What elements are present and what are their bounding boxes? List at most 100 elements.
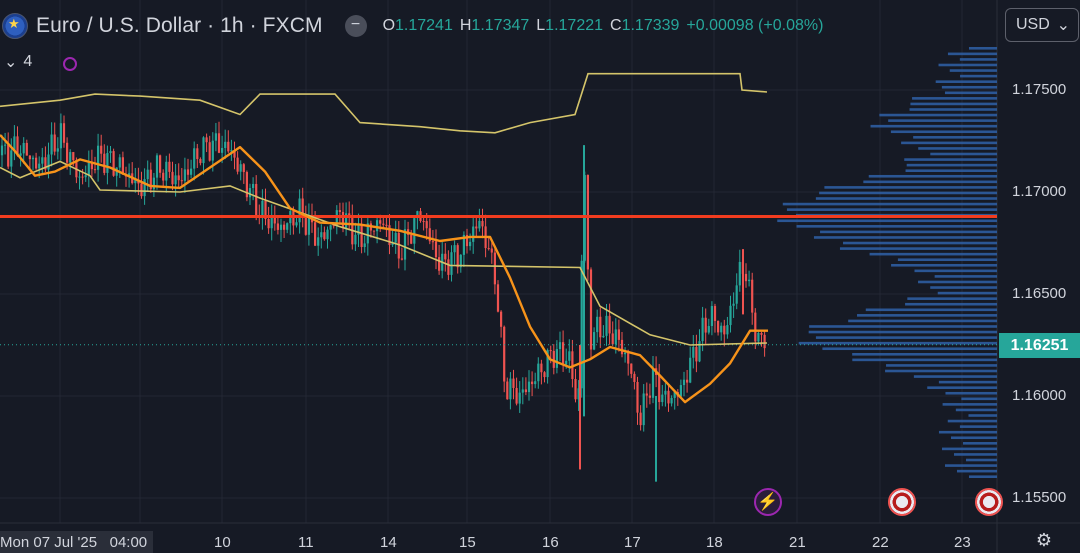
lightning-icon[interactable]: ⚡ [754,488,782,516]
symbol-title[interactable]: Euro / U.S. Dollar · 1h · FXCM [36,14,323,38]
candle-body [255,183,258,216]
candle-body [211,140,214,161]
chart-window: Euro / U.S. Dollar · 1h · FXCM − O1.1724… [0,0,1080,553]
candle-body [549,350,552,352]
change-value: +0.00098 (+0.08%) [686,17,824,34]
volume-profile-bar [938,63,997,67]
alert-marker [63,57,77,71]
candle-body [732,303,735,306]
eur-flag-icon [2,13,28,39]
candle-body [202,137,205,164]
volume-profile-bar [955,408,997,412]
volume-profile-bar [819,191,997,195]
volume-profile-bar [968,47,997,50]
candle-body [78,176,81,178]
price-chart[interactable] [0,0,1080,553]
volume-profile-bar [941,85,997,89]
chevron-down-icon: ⌄ [4,54,18,71]
candle-body [363,243,366,248]
candle-body [593,332,596,350]
candle-body [710,306,713,327]
volume-profile-bar [947,419,997,423]
candle-body [729,305,732,326]
volume-profile-bar [904,158,997,161]
close-key: C [610,17,622,34]
candle-body [620,339,624,355]
collapse-legend-button[interactable]: − [344,15,367,37]
candle-body [447,259,450,275]
candle-body [372,230,376,232]
candle-body [341,211,345,229]
chevron-down-icon: ⌄ [1056,17,1070,34]
candle-body [450,252,453,275]
volume-profile-bar [820,230,997,234]
candle-body [596,316,599,333]
candle-body [602,335,605,338]
time-tick-label: 10 [214,534,231,551]
candle-body [605,315,608,336]
candle-body [155,155,159,178]
candle-body [146,169,149,180]
candle-body [379,220,382,224]
candle-body [723,325,726,335]
symbol-legend[interactable]: Euro / U.S. Dollar · 1h · FXCM − O1.1724… [0,8,823,44]
grid [0,0,1080,553]
time-tick-label: 21 [789,534,806,551]
volume-profile-bar [949,69,997,72]
candle-body [118,157,121,168]
volume-profile-bar [950,436,997,440]
candle-body [221,147,224,153]
volume-profile-bar [907,297,997,300]
settings-icon[interactable]: ⚙ [1034,530,1054,550]
candle-body [726,325,729,335]
candle-body [400,258,403,260]
currency-select[interactable]: USD ⌄ [1005,8,1079,42]
candle-body [434,241,438,258]
candle-body [304,217,307,235]
candle-body [168,161,171,172]
candles [0,113,766,482]
candle-body [140,183,143,197]
candle-body [487,248,490,250]
lower-band-line [0,160,768,346]
candle-body [87,161,90,176]
ohlc-values: O1.17241 H1.17347 L1.17221 C1.17339 +0.0… [383,17,824,35]
candle-body [180,180,183,182]
volume-profile-bar [935,80,997,83]
volume-profile-bar [914,269,997,273]
time-tick-label: 22 [872,534,889,551]
candle-body [286,223,289,230]
candle-body [639,412,642,426]
indicators-toggle[interactable]: ⌄ 4 [0,52,32,72]
candle-body [410,234,413,244]
candle-body [679,385,682,397]
candle-body [720,325,723,333]
candle-body [227,141,230,152]
volume-profile-bar [913,136,997,139]
candle-body [326,229,329,240]
time-tick-label: 23 [954,534,971,551]
low-key: L [536,17,546,34]
us-flag-event-icon[interactable] [888,488,916,516]
us-flag-event-icon[interactable] [975,488,1003,516]
candle-body [360,224,363,248]
volume-profile-bar [959,425,997,428]
candle-body [50,134,53,155]
candle-body [199,158,202,164]
candle-body [757,332,760,342]
candle-body [214,133,217,141]
volume-profile-bar [930,152,997,156]
volume-profile-bar [965,458,997,462]
candle-body [574,379,577,400]
candle-body [661,394,664,403]
volume-profile-bar [857,314,997,317]
volume-profile-bar [865,308,997,312]
candle-body [62,123,66,143]
last-price-tag: 1.16251 [999,333,1080,358]
candle-body [633,373,636,382]
candle-body [512,378,515,388]
volume-profile-bar [961,397,997,401]
candle-body [589,269,593,350]
candle-body [283,224,286,230]
time-axis-cursor-label: Mon 07 Jul '25 04:00 [0,531,154,553]
